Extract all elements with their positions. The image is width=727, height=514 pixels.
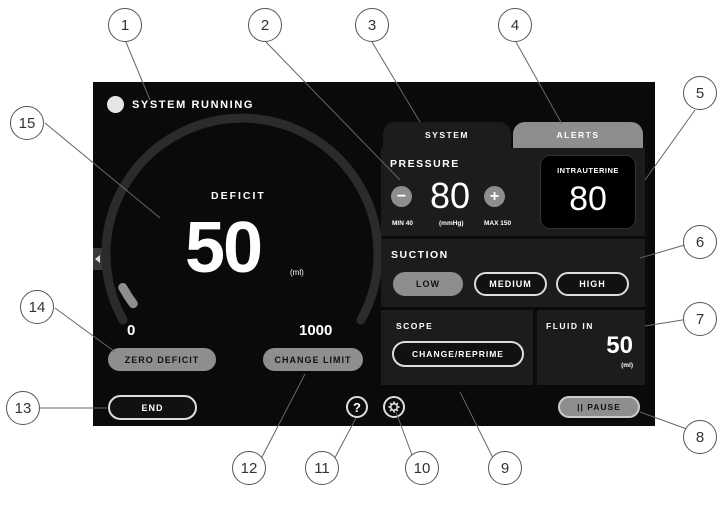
callout-7: 7 <box>683 302 717 336</box>
zero-deficit-button[interactable]: ZERO DEFICIT <box>108 348 216 371</box>
callout-11: 11 <box>305 451 339 485</box>
device-screen: SYSTEM RUNNING DEFICIT 50 (ml) 0 1000 ZE… <box>93 82 655 426</box>
pressure-increase-button[interactable]: + <box>484 186 505 207</box>
scope-label: SCOPE <box>396 321 434 331</box>
pause-button[interactable]: || PAUSE <box>558 396 640 418</box>
callout-14: 14 <box>20 290 54 324</box>
callout-8: 8 <box>683 420 717 454</box>
intrauterine-value: 80 <box>569 180 607 218</box>
callout-1: 1 <box>108 8 142 42</box>
intrauterine-label: INTRAUTERINE <box>557 166 619 175</box>
intrauterine-box: INTRAUTERINE 80 <box>540 155 636 229</box>
suction-high-button[interactable]: HIGH <box>556 272 629 296</box>
fluid-in-value: 50 <box>606 332 633 359</box>
fluid-in-unit: (ml) <box>621 362 633 369</box>
callout-6: 6 <box>683 225 717 259</box>
gauge-fill <box>118 283 138 309</box>
suction-label: SUCTION <box>391 249 449 261</box>
pressure-min: MIN 40 <box>392 220 413 227</box>
callout-4: 4 <box>498 8 532 42</box>
callout-2: 2 <box>248 8 282 42</box>
deficit-value: 50 <box>185 208 263 288</box>
pressure-max: MAX 150 <box>484 220 512 227</box>
tab-alerts[interactable]: ALERTS <box>513 122 643 148</box>
pressure-decrease-button[interactable]: − <box>391 186 412 207</box>
tab-alerts-label: ALERTS <box>556 130 600 140</box>
end-button[interactable]: END <box>108 395 197 420</box>
pressure-label: PRESSURE <box>390 158 460 170</box>
change-reprime-button[interactable]: CHANGE/REPRIME <box>392 341 524 367</box>
suction-low-button[interactable]: LOW <box>393 272 463 296</box>
tab-system[interactable]: SYSTEM <box>383 122 511 148</box>
callout-9: 9 <box>488 451 522 485</box>
suction-medium-button[interactable]: MEDIUM <box>474 272 547 296</box>
deficit-label: DEFICIT <box>211 190 266 202</box>
deficit-limit: 1000 <box>299 322 333 339</box>
callout-5: 5 <box>683 76 717 110</box>
change-limit-button[interactable]: CHANGE LIMIT <box>263 348 363 371</box>
callout-15: 15 <box>10 106 44 140</box>
pressure-value: 80 <box>430 175 471 216</box>
pressure-unit: (mmHg) <box>439 220 464 227</box>
deficit-unit: (ml) <box>290 268 304 277</box>
settings-button[interactable] <box>383 396 405 418</box>
callout-12: 12 <box>232 451 266 485</box>
help-button[interactable]: ? <box>346 396 368 418</box>
gear-icon <box>388 401 400 413</box>
callout-3: 3 <box>355 8 389 42</box>
deficit-min: 0 <box>127 322 136 339</box>
callout-10: 10 <box>405 451 439 485</box>
tab-system-label: SYSTEM <box>425 130 469 140</box>
fluid-in-label: FLUID IN <box>546 321 594 331</box>
callout-13: 13 <box>6 391 40 425</box>
